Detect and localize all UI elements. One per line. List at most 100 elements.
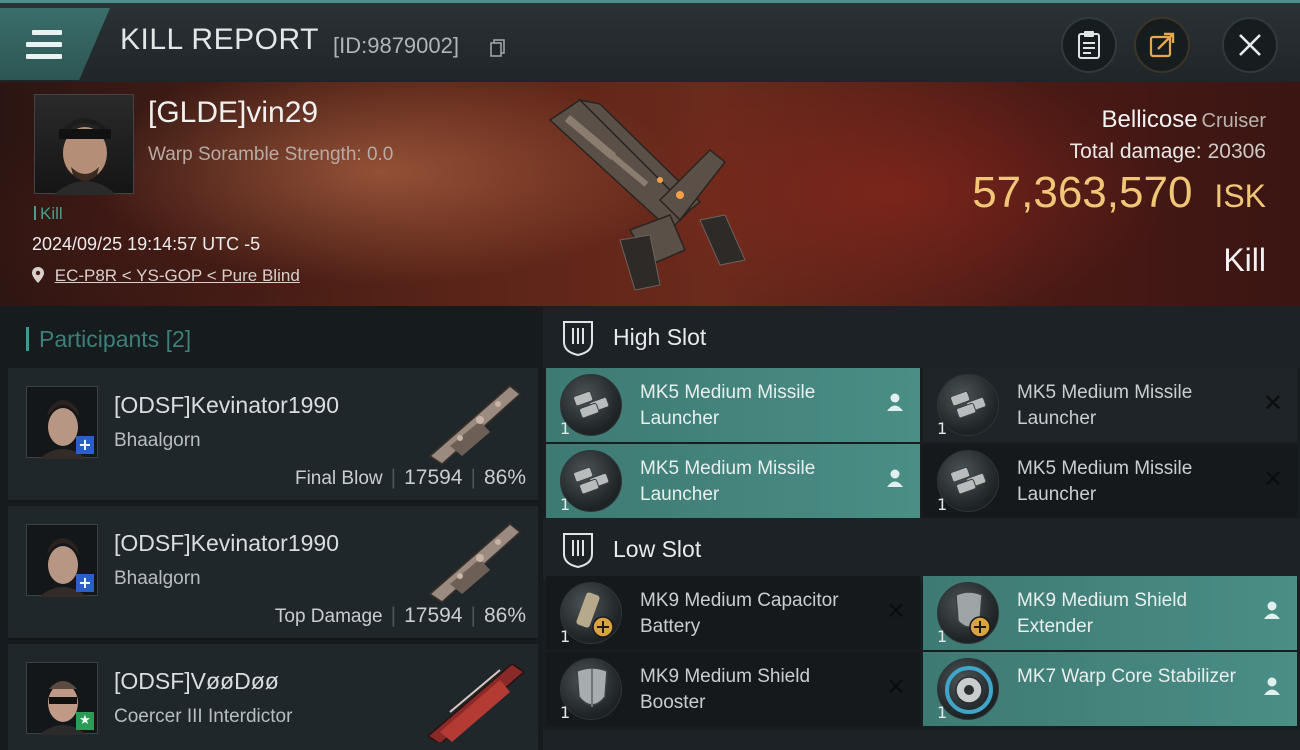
module-quantity: 1 [937, 495, 948, 514]
participant-name[interactable]: [ODSF]Kevinator1990 [114, 530, 339, 557]
participant-role: Top Damage [274, 606, 383, 627]
module-quantity: 1 [937, 419, 948, 438]
module-name: MK5 Medium Missile Launcher [1017, 382, 1193, 429]
fittings-panel: High Slot 1 MK5 Medium Missile Launcher … [543, 306, 1300, 750]
participant-ship-image [428, 523, 522, 603]
participant-percent: 86% [483, 466, 526, 489]
participant-percent: 86% [483, 604, 526, 627]
total-damage: Total damage: 20306 [1070, 140, 1266, 164]
module-item[interactable]: 1 MK5 Medium Missile Launcher ✕ [923, 444, 1297, 518]
participant-avatar[interactable]: + [26, 524, 98, 597]
share-icon [1149, 32, 1175, 58]
participant-ship: Bhaalgorn [114, 568, 201, 589]
module-name: MK5 Medium Missile Launcher [640, 458, 816, 505]
participant-stats: Final Blow | 17594 | 86% [294, 466, 526, 489]
menu-icon [26, 30, 62, 66]
corp-badge: ★ [76, 712, 94, 730]
module-item[interactable]: 1 MK9 Medium Capacitor Battery ✕ [546, 576, 920, 650]
isk-value: 57,363,570 ISK [972, 168, 1266, 218]
high-slot-header: High Slot [543, 306, 1300, 368]
person-icon [884, 392, 906, 414]
victim-avatar[interactable] [34, 94, 134, 195]
module-item[interactable]: 1 MK5 Medium Missile Launcher [546, 444, 920, 518]
kill-location[interactable]: EC-P8R < YS-GOP < Pure Blind [32, 266, 300, 286]
victim-name[interactable]: [GLDE]vin29 [148, 96, 318, 130]
module-item[interactable]: 1 MK5 Medium Missile Launcher ✕ [923, 368, 1297, 442]
total-damage-label: Total damage: [1069, 140, 1202, 163]
participant-ship-image [428, 385, 522, 465]
module-name: MK9 Medium Shield Booster [640, 666, 811, 713]
victim-banner: [GLDE]vin29 Warp Soramble Strength: 0.0 … [0, 82, 1300, 306]
participant-card[interactable]: + [ODSF]Kevinator1990 Bhaalgorn Top Dama… [8, 506, 538, 640]
kill-timestamp: 2024/09/25 19:14:57 UTC -5 [32, 234, 261, 254]
copy-icon[interactable] [490, 39, 506, 57]
participant-card[interactable]: ★ [ODSF]VøøDøø Coercer III Interdictor [8, 644, 538, 750]
participant-name[interactable]: [ODSF]VøøDøø [114, 668, 279, 695]
high-slot-title: High Slot [613, 324, 707, 350]
menu-button[interactable] [0, 8, 110, 80]
page-title: KILL REPORT [120, 23, 319, 56]
close-button[interactable] [1222, 17, 1278, 73]
participant-avatar[interactable]: + [26, 386, 98, 459]
clipboard-icon [1078, 31, 1100, 59]
share-button[interactable] [1134, 17, 1190, 73]
participant-ship: Bhaalgorn [114, 430, 201, 451]
participants-title: Participants [39, 326, 160, 352]
module-quantity: 1 [937, 627, 948, 646]
participant-avatar[interactable]: ★ [26, 662, 98, 735]
module-item[interactable]: 1 MK9 Medium Shield Extender [923, 576, 1297, 650]
module-item[interactable]: 1 MK7 Warp Core Stabilizer [923, 652, 1297, 726]
participant-name[interactable]: [ODSF]Kevinator1990 [114, 392, 339, 419]
clipboard-button[interactable] [1061, 17, 1117, 73]
x-icon: ✕ [1262, 389, 1283, 417]
isk-unit: ISK [1214, 178, 1266, 214]
x-icon: ✕ [885, 597, 906, 625]
ship-name: Bellicose [1101, 106, 1198, 133]
kill-count-label: Kill [40, 204, 63, 223]
module-name: MK9 Medium Capacitor Battery [640, 590, 839, 637]
location-link[interactable]: EC-P8R < YS-GOP < Pure Blind [55, 266, 300, 285]
header-bar: KILL REPORT [ID:9879002] [0, 0, 1300, 82]
x-icon: ✕ [885, 673, 906, 701]
slot-icon [563, 533, 593, 568]
low-slot-header: Low Slot [543, 518, 1300, 580]
slot-icon [563, 321, 593, 356]
module-quantity: 1 [560, 703, 571, 722]
close-icon [1239, 34, 1261, 56]
module-name: MK9 Medium Shield Extender [1017, 590, 1188, 637]
warp-scramble-strength: Warp Soramble Strength: 0.0 [148, 144, 394, 165]
participant-ship: Coercer III Interdictor [114, 706, 293, 727]
mid-slot-header-partial [543, 730, 1300, 750]
victim-ship-image [548, 98, 746, 291]
participants-panel: Participants [2] + [ODSF]Kevinator1990 B… [0, 306, 543, 750]
module-item[interactable]: 1 MK5 Medium Missile Launcher [546, 368, 920, 442]
person-icon [884, 468, 906, 490]
participants-count: [2] [165, 326, 192, 352]
module-item[interactable]: 1 MK9 Medium Shield Booster ✕ [546, 652, 920, 726]
module-quantity: 1 [560, 495, 571, 514]
total-damage-value: 20306 [1207, 140, 1266, 163]
person-icon [1261, 600, 1283, 622]
ship-class: Cruiser [1201, 110, 1266, 132]
module-quantity: 1 [560, 419, 571, 438]
isk-amount: 57,363,570 [972, 168, 1193, 217]
participants-header: Participants [2] [26, 326, 191, 353]
module-name: MK5 Medium Missile Launcher [640, 382, 816, 429]
module-name: MK7 Warp Core Stabilizer [1017, 666, 1236, 687]
x-icon: ✕ [1262, 465, 1283, 493]
module-quantity: 1 [560, 627, 571, 646]
low-slot-title: Low Slot [613, 536, 702, 562]
report-id: [ID:9879002] [333, 33, 459, 58]
participant-ship-image [426, 663, 526, 742]
participant-stats: Top Damage | 17594 | 86% [274, 604, 526, 627]
result-label: Kill [1223, 242, 1266, 278]
module-quantity: 1 [937, 703, 948, 722]
person-icon [1261, 676, 1283, 698]
victim-ship: Bellicose Cruiser [1102, 106, 1267, 134]
location-pin-icon [32, 267, 44, 283]
participant-damage: 17594 [404, 466, 463, 489]
participant-card[interactable]: + [ODSF]Kevinator1990 Bhaalgorn Final Bl… [8, 368, 538, 502]
module-name: MK5 Medium Missile Launcher [1017, 458, 1193, 505]
participant-damage: 17594 [404, 604, 463, 627]
corp-badge: + [76, 436, 94, 454]
